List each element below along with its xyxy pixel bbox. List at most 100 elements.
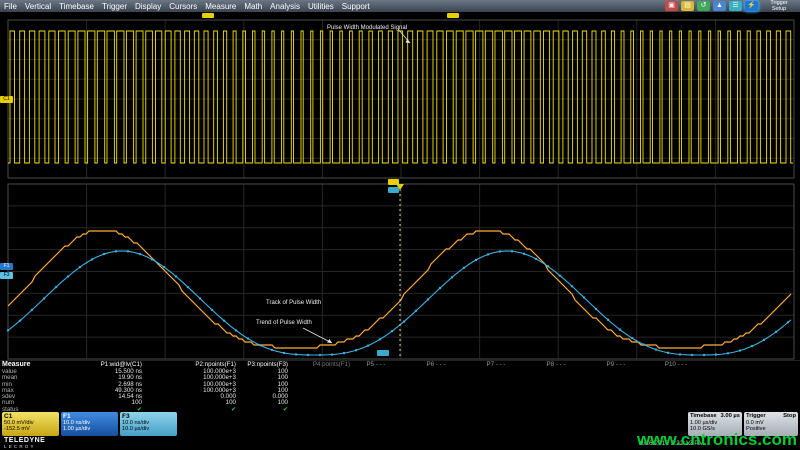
menu-bar: FileVerticalTimebaseTriggerDisplayCursor… [0, 0, 800, 12]
c1-level-marker[interactable]: C1 [0, 96, 13, 103]
trigger-label: Trigger [746, 413, 766, 420]
f3-sample-dot [331, 353, 333, 355]
f1-zero-tag[interactable] [388, 187, 399, 193]
f3-sample-dot [151, 258, 153, 260]
measure-column-10: P10 - - - [652, 361, 700, 413]
measure-column-header[interactable]: P8 - - - [532, 361, 580, 369]
menu-item-vertical[interactable]: Vertical [21, 2, 55, 11]
measure-column-header[interactable]: P7 - - - [472, 361, 520, 369]
f3-sample-dot [127, 250, 129, 252]
f3-sample-dot [211, 309, 213, 311]
annotation-pwm: Pulse Width Modulated Signal [327, 25, 407, 31]
save-icon[interactable]: ▤ [681, 1, 694, 11]
f3-sample-dot [235, 329, 237, 331]
f3-sample-dot [775, 331, 777, 333]
trigger-setup-button[interactable]: Trigger Setup [760, 0, 798, 12]
time-reference-tag[interactable] [388, 179, 399, 185]
menu-item-math[interactable]: Math [240, 2, 266, 11]
top-graticule [8, 20, 794, 178]
menu-item-display[interactable]: Display [131, 2, 165, 11]
measure-column-header[interactable]: P4:points(F1) [294, 361, 350, 369]
f3-sample-dot [691, 354, 693, 356]
menu-item-support[interactable]: Support [338, 2, 374, 11]
trigger-mode: Stop [783, 413, 796, 420]
brand-lecroy: LECROY [4, 444, 36, 449]
f3-sample-dot [499, 250, 501, 252]
menu-item-timebase[interactable]: Timebase [55, 2, 98, 11]
f3-sample-dot [535, 258, 537, 260]
f3-sample-dot [571, 285, 573, 287]
f3-sample-dot [43, 297, 45, 299]
f3-sample-dot [343, 352, 345, 354]
f3-sample-dot [223, 319, 225, 321]
f3-sample-dot [463, 267, 465, 269]
cursor-marker-left[interactable] [202, 13, 214, 18]
autosetup-icon[interactable]: ▲ [713, 1, 726, 11]
f3-sample-dot [739, 349, 741, 351]
cursor-marker-right[interactable] [447, 13, 459, 18]
f3-sample-dot [643, 344, 645, 346]
f3-level-marker[interactable]: F3 [0, 272, 13, 279]
measure-panel: Measure valuemeanminmaxsdevnumstatus P1:… [0, 360, 800, 413]
f3-sample-dot [79, 266, 81, 268]
waveform-display[interactable]: Pulse Width Modulated Signal Track of Pu… [0, 12, 800, 360]
f3-sample-dot [67, 275, 69, 277]
menu-item-cursors[interactable]: Cursors [165, 2, 201, 11]
f3-sample-dot [91, 258, 93, 260]
f3-sample-dot [631, 337, 633, 339]
measure-column-header[interactable]: P6 - - - [412, 361, 460, 369]
f3-sample-dot [523, 253, 525, 255]
c1-label: C1 [4, 413, 57, 420]
f1-descriptor-box[interactable]: F1 10.0 ns/div 1.00 µs/div [61, 412, 118, 436]
f3-sample-dot [115, 250, 117, 252]
measure-column-header[interactable]: P5 - - - [352, 361, 400, 369]
oscilloscope-app: FileVerticalTimebaseTriggerDisplayCursor… [0, 0, 800, 450]
f3-sample-dot [259, 344, 261, 346]
clear-sweeps-icon[interactable]: ↺ [697, 1, 710, 11]
f3-sample-dot [427, 298, 429, 300]
f1-level-marker[interactable]: F1 [0, 263, 13, 270]
f3-sample-dot [451, 276, 453, 278]
timebase-label: Timebase [690, 413, 717, 420]
f3-sample-dot [595, 308, 597, 310]
f3-sample-dot [751, 345, 753, 347]
watermark-text: www.cntronics.com [637, 430, 797, 450]
f3-sample-dot [367, 344, 369, 346]
menu-item-utilities[interactable]: Utilities [304, 2, 338, 11]
measure-column-7: P7 - - - [472, 361, 520, 413]
f3-descriptor-box[interactable]: F3 10.0 ns/div 10.0 µs/div [120, 412, 177, 436]
f3-sample-dot [379, 338, 381, 340]
menu-items-container: FileVerticalTimebaseTriggerDisplayCursor… [0, 2, 374, 11]
f3-sample-dot [715, 353, 717, 355]
f3-sample-dot [175, 275, 177, 277]
trigger-mode-icon[interactable]: ⚡ [745, 1, 758, 11]
c1-descriptor-box[interactable]: C1 50.0 mV/div -152.5 mV [2, 412, 59, 436]
f3-sample-dot [559, 274, 561, 276]
f3-sample-dot [607, 319, 609, 321]
measure-column-3: P3:npoints(F3)1001001001000.000100✔ [240, 361, 288, 413]
f3-sample-dot [415, 310, 417, 312]
f3-sample-dot [55, 286, 57, 288]
f3-hdiv: 10.0 µs/div [122, 426, 175, 432]
f3-sample-dot [487, 253, 489, 255]
f1-hdiv: 1.00 µs/div [63, 426, 116, 432]
bottom-graticule [8, 184, 794, 359]
annotation-track: Track of Pulse Width [266, 300, 321, 306]
measure-column-2: P2:npoints(F1)100.000e+3100.000e+3100.00… [148, 361, 236, 413]
f3-zero-tag[interactable] [377, 350, 389, 356]
f3-sample-dot [295, 353, 297, 355]
menu-item-measure[interactable]: Measure [201, 2, 240, 11]
f3-sample-dot [307, 354, 309, 356]
hardcopy-icon[interactable]: ▣ [665, 1, 678, 11]
waveform-svg [0, 12, 800, 360]
trigger-setup-label-line2: Setup [760, 6, 798, 12]
touchscreen-icon[interactable]: ☰ [729, 1, 742, 11]
measure-column-header[interactable]: P10 - - - [652, 361, 700, 369]
measure-column-header[interactable]: P9 - - - [592, 361, 640, 369]
menu-item-analysis[interactable]: Analysis [266, 2, 304, 11]
menu-item-trigger[interactable]: Trigger [98, 2, 131, 11]
f3-sample-dot [667, 352, 669, 354]
f3-sample-dot [283, 352, 285, 354]
menu-item-file[interactable]: File [0, 2, 21, 11]
f3-sample-dot [19, 319, 21, 321]
